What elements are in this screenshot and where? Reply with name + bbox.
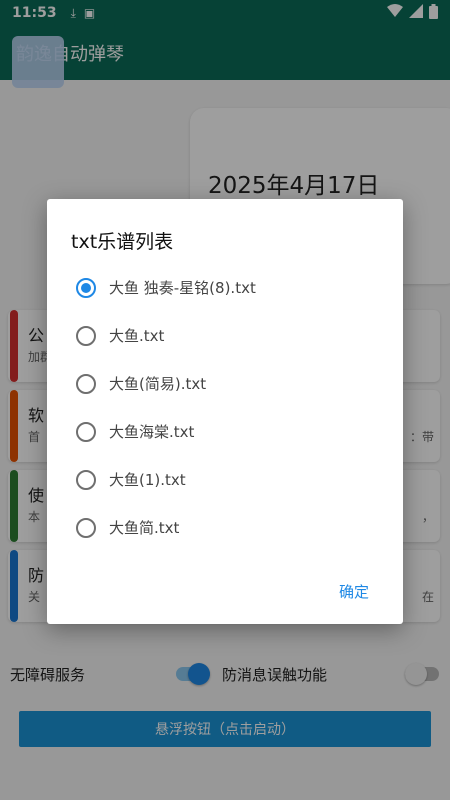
- dialog-title: txt乐谱列表: [71, 231, 174, 253]
- score-list-dialog: txt乐谱列表 大鱼 独奏-星铭(8).txt 大鱼.txt 大鱼(简易).tx…: [47, 199, 403, 624]
- option-label: 大鱼 独奏-星铭(8).txt: [109, 279, 256, 297]
- option-dayu-1[interactable]: 大鱼(1).txt: [47, 456, 403, 504]
- screen: 11:53 ⤓ ▣ 韵逸自动弹琴 2025年4月17日 公 加群 软 首 ：带 …: [0, 0, 450, 800]
- option-dayu[interactable]: 大鱼.txt: [47, 312, 403, 360]
- radio-checked-icon[interactable]: [76, 278, 96, 298]
- option-label: 大鱼(简易).txt: [109, 375, 207, 393]
- radio-unchecked-icon[interactable]: [76, 518, 96, 538]
- option-label: 大鱼简.txt: [109, 519, 180, 537]
- radio-unchecked-icon[interactable]: [76, 326, 96, 346]
- option-dayu-haitang[interactable]: 大鱼海棠.txt: [47, 408, 403, 456]
- confirm-button[interactable]: 确定: [339, 581, 369, 602]
- option-label: 大鱼.txt: [109, 327, 165, 345]
- option-label: 大鱼(1).txt: [109, 471, 186, 489]
- radio-unchecked-icon[interactable]: [76, 422, 96, 442]
- option-dayu-jian[interactable]: 大鱼简.txt: [47, 504, 403, 552]
- option-dayu-simple[interactable]: 大鱼(简易).txt: [47, 360, 403, 408]
- radio-unchecked-icon[interactable]: [76, 374, 96, 394]
- radio-unchecked-icon[interactable]: [76, 470, 96, 490]
- option-label: 大鱼海棠.txt: [109, 423, 195, 441]
- option-dayu-solo[interactable]: 大鱼 独奏-星铭(8).txt: [47, 264, 403, 312]
